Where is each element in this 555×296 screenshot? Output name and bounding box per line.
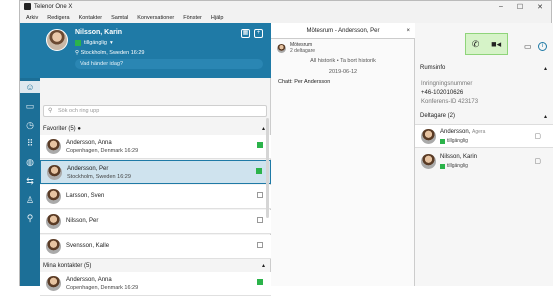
avatar <box>277 43 286 53</box>
avatar <box>421 129 436 144</box>
window-title: Telenor One X <box>34 3 73 10</box>
menu-arkiv[interactable]: Arkiv <box>26 15 38 21</box>
menu-fonster[interactable]: Fönster <box>183 15 202 21</box>
menu-bar: Arkiv Redigera Kontakter Samtal Konversa… <box>19 12 552 23</box>
phone-icon[interactable]: ✆ <box>472 39 480 50</box>
menu-hjalp[interactable]: Hjälp <box>211 15 224 21</box>
list-item[interactable]: Nilsson, Per <box>40 210 271 234</box>
chevron-up-icon: ▴ <box>261 263 265 269</box>
main-frame: ☺ ▭ ◷ ⠿ ◍ ⇆ ♙ ⚲ Nilsson, Karin tillgängl… <box>19 23 553 296</box>
menu-redigera[interactable]: Redigera <box>47 15 69 21</box>
transfer-nav-icon[interactable]: ⇆ <box>24 175 36 187</box>
participant-row[interactable]: Andersson, Agera tillgänglig ▢ <box>415 124 553 148</box>
minimize-button[interactable]: – <box>499 3 503 11</box>
screen-share-icon[interactable]: ▭ <box>524 42 532 51</box>
avatar <box>47 165 62 180</box>
list-item[interactable]: Andersson, Anna Copenhagen, Denmark 16:2… <box>40 272 271 296</box>
status-badge <box>257 217 263 223</box>
presence-selector[interactable]: tillgänglig ▾ <box>75 40 113 46</box>
link-nav-icon[interactable]: ⚲ <box>24 212 36 224</box>
status-badge <box>257 279 263 285</box>
chat-icon[interactable]: ▢ <box>534 157 541 165</box>
presence-label: tillgänglig <box>84 40 107 46</box>
participants-header: Deltagare (2) <box>420 113 456 119</box>
chat-message: Chatt: Per Andersson <box>278 79 331 85</box>
list-item[interactable]: Andersson, Anna Copenhagen, Denmark 16:2… <box>40 135 271 159</box>
meeting-room-icon[interactable]: ▦ <box>241 29 250 38</box>
status-badge <box>257 192 263 198</box>
status-badge <box>257 142 263 148</box>
dialpad-nav-icon[interactable]: ⠿ <box>24 137 36 149</box>
avatar <box>46 139 61 154</box>
chat-nav-icon[interactable]: ▭ <box>24 100 36 112</box>
profile-name: Nilsson, Karin <box>75 29 123 36</box>
history-nav-icon[interactable]: ◷ <box>24 119 36 131</box>
add-icon[interactable]: + <box>254 29 263 38</box>
avatar <box>46 214 61 229</box>
avatar <box>421 154 436 169</box>
user-nav-icon[interactable]: ♙ <box>24 194 36 206</box>
scrollbar[interactable] <box>266 118 269 218</box>
conference-id: Konferens-ID 423173 <box>421 99 479 105</box>
list-item[interactable]: Larsson, Sven <box>40 185 271 209</box>
available-icon <box>440 163 445 169</box>
contacts-panel: ⚲ Sök och ring upp Favoriter (5) ● ▴ And… <box>40 78 271 296</box>
avatar <box>46 239 61 254</box>
chevron-up-icon[interactable]: ▴ <box>544 65 547 72</box>
available-icon <box>440 138 445 144</box>
chevron-up-icon: ▴ <box>261 126 265 132</box>
video-camera-icon[interactable]: ■◂ <box>491 39 501 50</box>
conversation-panel: Mötesrum - Andersson, Per × Mötesrum 2 d… <box>271 23 415 286</box>
menu-samtal[interactable]: Samtal <box>111 15 128 21</box>
info-icon[interactable]: i <box>538 42 547 51</box>
app-logo-icon <box>24 3 31 10</box>
info-panel: ✆ ■◂ ▭ i Rumsinfo ▴ Inringningsnummer +4… <box>415 23 553 286</box>
tab-conversation[interactable]: Mötesrum - Andersson, Per × <box>271 23 415 39</box>
room-info-header: Rumsinfo <box>420 65 446 71</box>
list-item[interactable]: Svensson, Kalle <box>40 235 271 259</box>
date-separator: 2019-06-12 <box>328 69 358 75</box>
contacts-nav-icon[interactable]: ☺ <box>20 81 40 93</box>
call-buttons: ✆ ■◂ <box>465 33 508 55</box>
my-contacts-group-header[interactable]: Mina kontakter (5) ▴ <box>40 261 271 271</box>
dial-in-label: Inringningsnummer <box>421 81 473 87</box>
profile-location: ⚲ Stockholm, Sweden 16:29 <box>75 50 145 56</box>
chat-icon[interactable]: ▢ <box>534 132 541 140</box>
close-window-button[interactable]: ✕ <box>537 3 543 11</box>
globe-nav-icon[interactable]: ◍ <box>24 156 36 168</box>
status-badge <box>256 168 262 174</box>
close-icon[interactable]: × <box>406 23 410 39</box>
participant-row[interactable]: Nilsson, Karin tillgänglig ▢ <box>415 150 553 174</box>
chevron-up-icon[interactable]: ▴ <box>544 113 547 120</box>
avatar <box>46 189 61 204</box>
mood-input[interactable]: Vad händer idag? <box>75 59 263 69</box>
app-window: Telenor One X – ☐ ✕ Arkiv Redigera Konta… <box>0 0 555 296</box>
search-input[interactable]: ⚲ Sök och ring upp <box>43 105 267 117</box>
maximize-button[interactable]: ☐ <box>517 3 523 11</box>
title-bar: Telenor One X – ☐ ✕ <box>19 0 552 12</box>
avatar[interactable] <box>46 29 68 51</box>
menu-konversationer[interactable]: Konversationer <box>137 15 174 21</box>
list-item[interactable]: Andersson, Per Stockholm, Sweden 16:29 <box>40 160 271 184</box>
available-icon <box>75 40 81 46</box>
status-badge <box>257 242 263 248</box>
dial-in-number: +46-102010626 <box>421 90 464 96</box>
history-links[interactable]: All historik • Ta bort historik <box>271 58 415 64</box>
nav-rail: ☺ ▭ ◷ ⠿ ◍ ⇆ ♙ ⚲ <box>20 23 40 286</box>
favorites-group-header[interactable]: Favoriter (5) ● ▴ <box>40 124 271 134</box>
profile-header: Nilsson, Karin tillgänglig ▾ ⚲ Stockholm… <box>40 23 271 78</box>
search-icon: ⚲ <box>48 108 53 114</box>
menu-kontakter[interactable]: Kontakter <box>79 15 103 21</box>
chevron-down-icon: ▾ <box>109 40 113 46</box>
avatar <box>46 276 61 291</box>
room-header: Mötesrum 2 deltagare <box>277 42 315 54</box>
